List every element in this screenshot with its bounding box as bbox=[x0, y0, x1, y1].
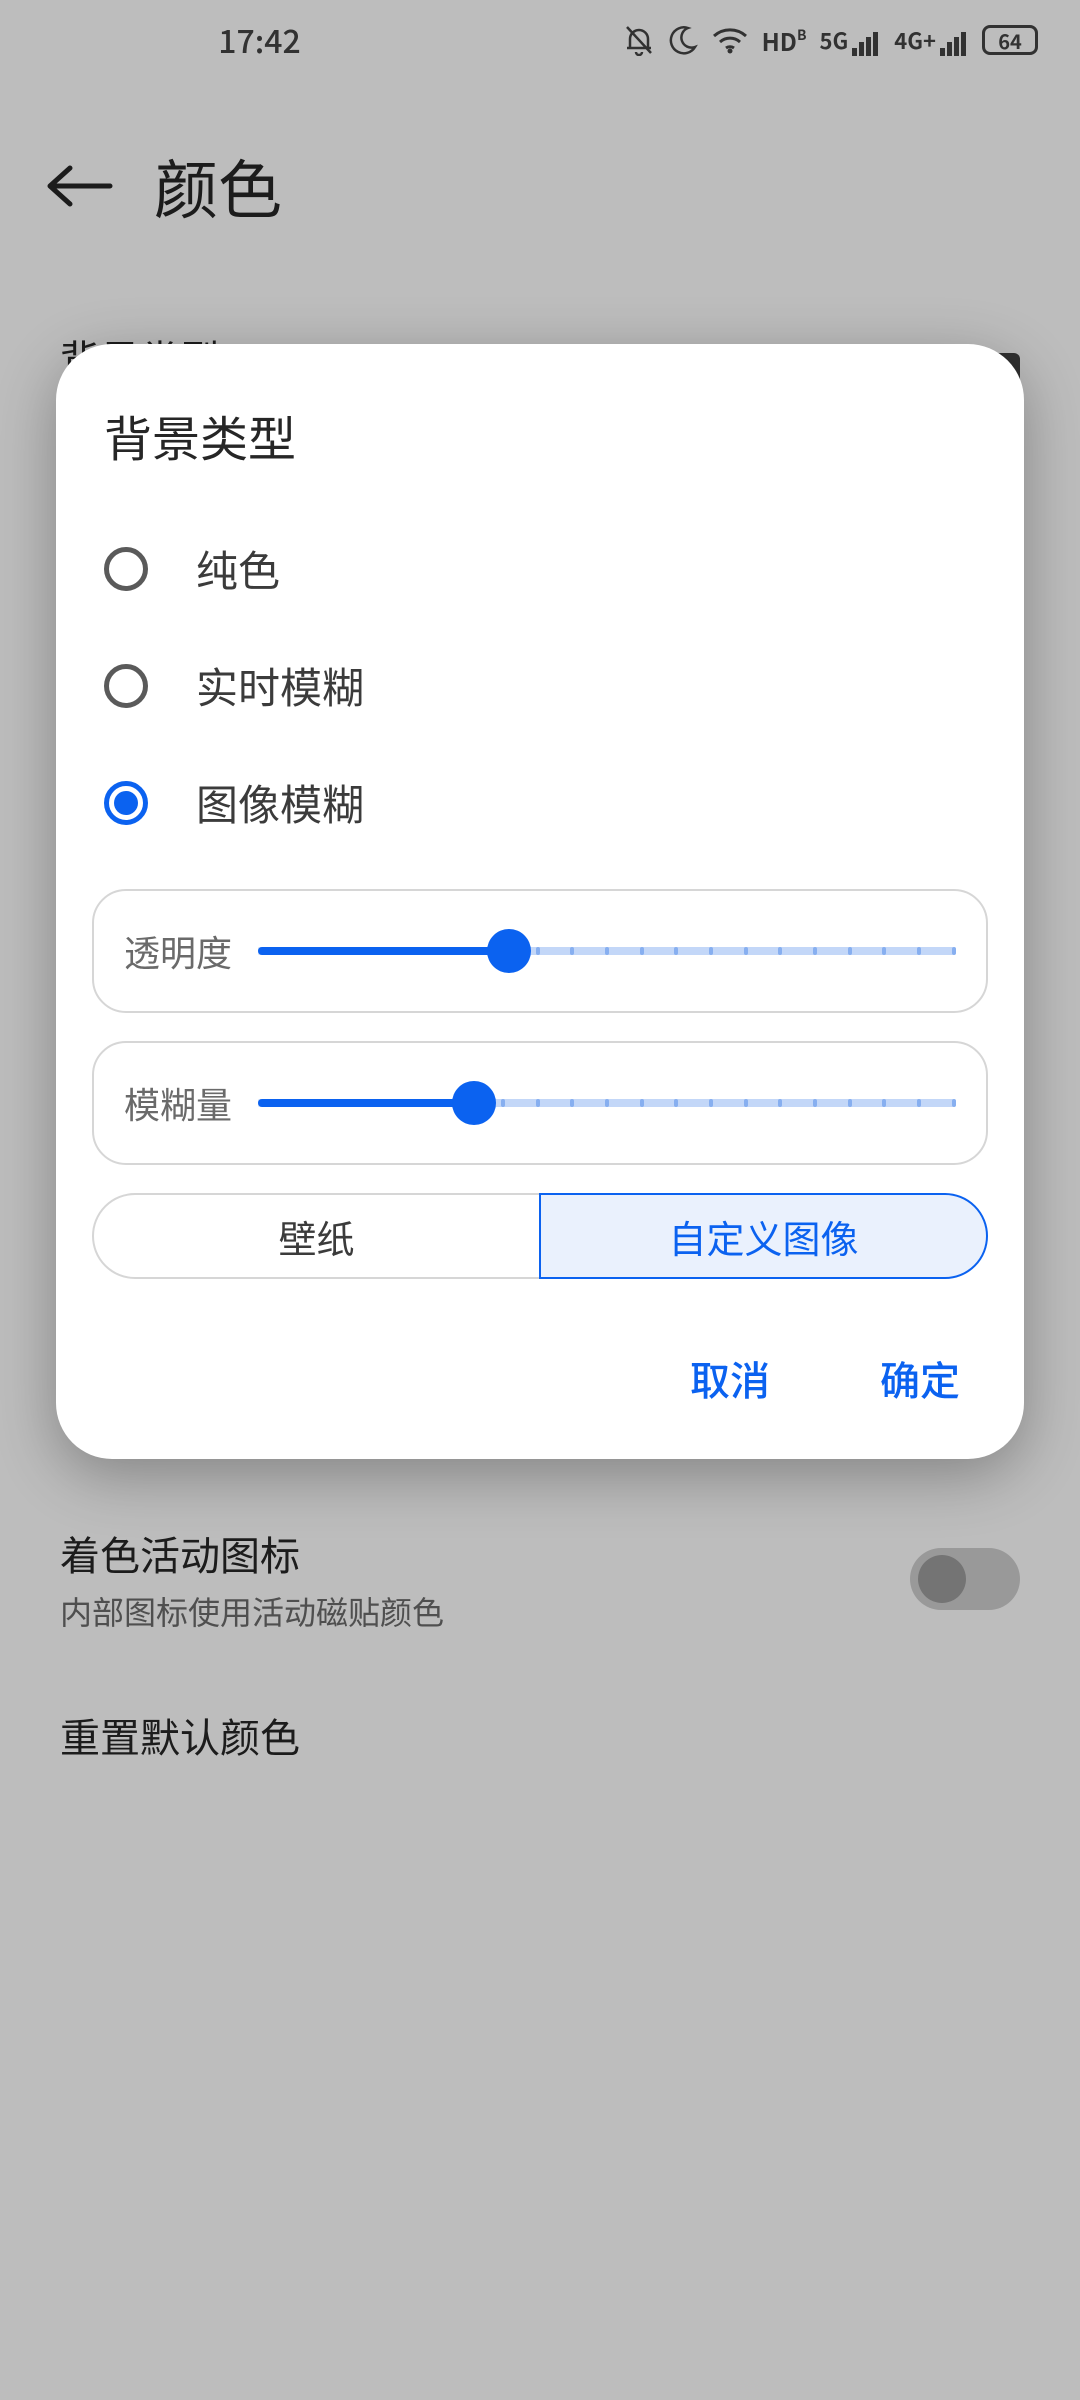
hd-icon: HDB bbox=[762, 23, 806, 58]
radio-icon bbox=[104, 781, 148, 825]
bell-mute-icon bbox=[624, 24, 654, 56]
moon-icon bbox=[668, 25, 698, 55]
dialog-actions: 取消 确定 bbox=[56, 1279, 1024, 1425]
radio-option-image-blur[interactable]: 图像模糊 bbox=[56, 744, 1024, 861]
image-source-segment: 壁纸 自定义图像 bbox=[92, 1193, 988, 1279]
radio-icon bbox=[104, 547, 148, 591]
radio-option-solid[interactable]: 纯色 bbox=[56, 510, 1024, 627]
opacity-slider[interactable] bbox=[258, 930, 956, 972]
radio-option-live-blur[interactable]: 实时模糊 bbox=[56, 627, 1024, 744]
slider-thumb[interactable] bbox=[487, 929, 531, 973]
status-icons: HDB 5G 4G+ 64 bbox=[624, 23, 1038, 58]
ok-button[interactable]: 确定 bbox=[880, 1349, 960, 1407]
radio-icon bbox=[104, 664, 148, 708]
battery-icon: 64 bbox=[982, 25, 1038, 55]
dialog-title: 背景类型 bbox=[56, 400, 1024, 510]
slider-label: 模糊量 bbox=[124, 1077, 232, 1129]
segment-custom-image[interactable]: 自定义图像 bbox=[539, 1193, 988, 1279]
slider-label: 透明度 bbox=[124, 925, 232, 977]
segment-wallpaper[interactable]: 壁纸 bbox=[92, 1193, 541, 1279]
wifi-icon bbox=[712, 26, 748, 54]
radio-label: 实时模糊 bbox=[196, 655, 364, 716]
slider-thumb[interactable] bbox=[452, 1081, 496, 1125]
cancel-button[interactable]: 取消 bbox=[690, 1349, 770, 1407]
signal-4g-icon: 4G+ bbox=[894, 24, 968, 56]
background-type-dialog: 背景类型 纯色 实时模糊 图像模糊 透明度 模糊量 壁纸 自定义图像 bbox=[56, 344, 1024, 1459]
blur-slider-card: 模糊量 bbox=[92, 1041, 988, 1165]
radio-label: 图像模糊 bbox=[196, 772, 364, 833]
radio-label: 纯色 bbox=[196, 538, 280, 599]
blur-slider[interactable] bbox=[258, 1082, 956, 1124]
status-bar: 17:42 HDB 5G 4G+ 64 bbox=[0, 0, 1080, 80]
status-time: 17:42 bbox=[0, 17, 519, 63]
opacity-slider-card: 透明度 bbox=[92, 889, 988, 1013]
signal-5g-icon: 5G bbox=[820, 24, 881, 56]
